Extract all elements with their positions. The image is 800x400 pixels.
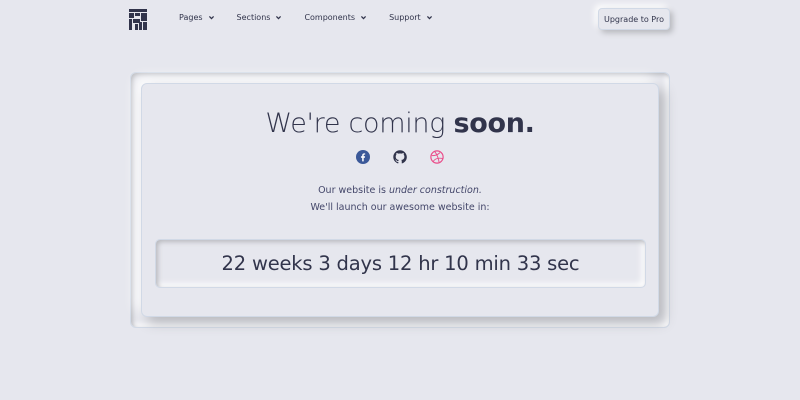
nav-menu: Pages Sections Components Support <box>179 13 455 22</box>
launch-notice: We'll launch our awesome website in: <box>310 202 490 213</box>
nav-item-sections[interactable]: Sections <box>237 13 283 22</box>
countdown-timer: 22 weeks 3 days 12 hr 10 min 33 sec <box>221 252 580 275</box>
github-icon <box>393 150 407 164</box>
chevron-down-icon <box>361 16 367 20</box>
nav-item-support[interactable]: Support <box>389 13 433 22</box>
dribbble-link[interactable] <box>429 149 445 165</box>
nav-item-label: Pages <box>179 13 203 22</box>
chevron-down-icon <box>208 16 214 20</box>
nav-item-components[interactable]: Components <box>304 13 367 22</box>
title-bold: soon. <box>453 108 535 139</box>
page-title: We're coming soon. <box>0 108 800 139</box>
nav-item-label: Components <box>304 13 356 22</box>
nav-item-pages[interactable]: Pages <box>179 13 215 22</box>
notice-emphasis: under construction. <box>388 185 482 196</box>
github-link[interactable] <box>392 149 408 165</box>
dribbble-icon <box>430 150 444 164</box>
social-links <box>355 149 447 165</box>
construction-notice: Our website is under construction. <box>0 185 800 196</box>
nav-item-label: Support <box>389 13 421 22</box>
title-light: We're coming <box>265 108 446 139</box>
facebook-link[interactable] <box>355 149 371 165</box>
nav-item-label: Sections <box>236 13 271 22</box>
chevron-down-icon <box>276 16 282 20</box>
brand-logo[interactable] <box>129 9 147 30</box>
countdown-box: 22 weeks 3 days 12 hr 10 min 33 sec <box>155 239 646 288</box>
chevron-down-icon <box>426 16 432 20</box>
upgrade-to-pro-button[interactable]: Upgrade to Pro <box>598 8 670 30</box>
notice-prefix: Our website is <box>318 185 386 196</box>
navbar: Pages Sections Components Support Upgrad… <box>0 0 800 38</box>
facebook-icon <box>356 150 370 164</box>
